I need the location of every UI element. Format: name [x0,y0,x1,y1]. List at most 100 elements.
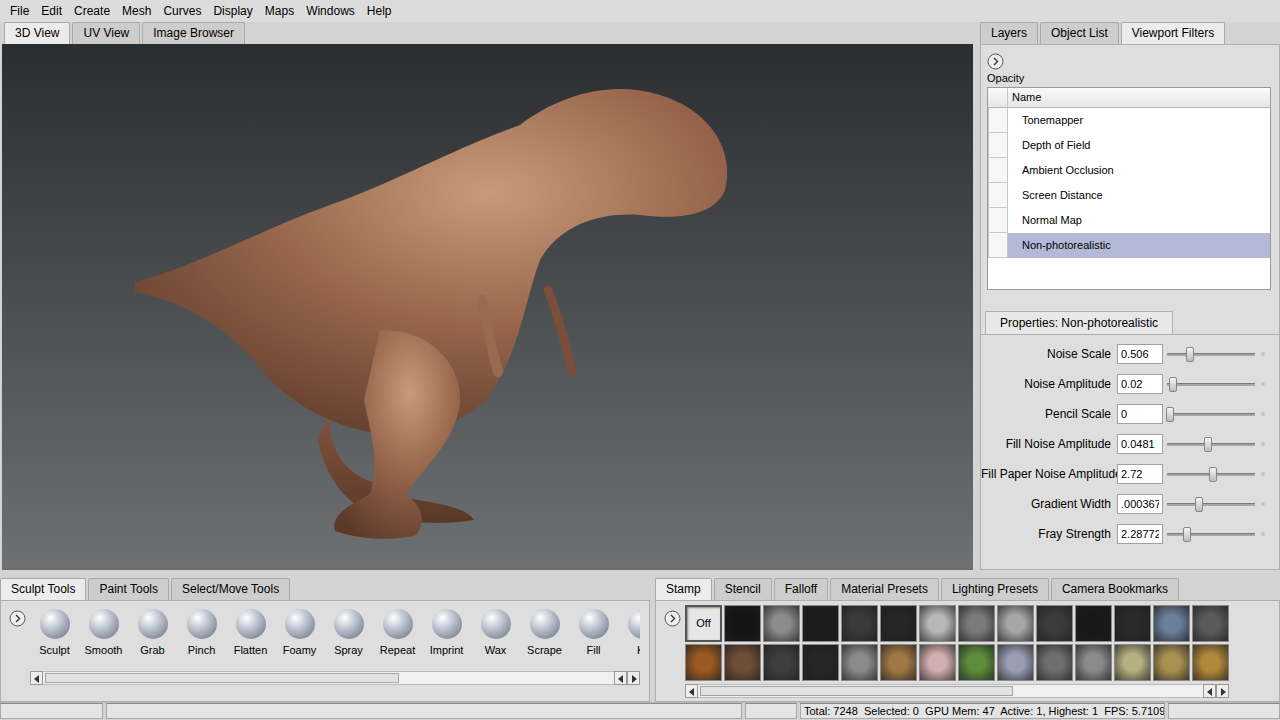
stamp-thumbnail[interactable] [958,644,995,681]
filter-checkbox[interactable] [988,158,1008,183]
tab[interactable]: Falloff [774,578,828,600]
stamp-thumbnail[interactable] [1153,644,1190,681]
stamp-thumbnail[interactable] [880,644,917,681]
tab[interactable]: Paint Tools [88,578,168,600]
column-header[interactable]: Name [1008,88,1041,107]
filter-row[interactable]: Ambient Occlusion [988,158,1270,183]
expand-icon[interactable] [9,610,26,627]
menu-item[interactable]: Windows [300,0,361,22]
stamp-thumbnail[interactable] [1114,644,1151,681]
filter-checkbox[interactable] [988,108,1008,133]
filter-row[interactable]: Screen Distance [988,183,1270,208]
sculpt-tool[interactable]: Smooth [79,601,128,657]
stamp-thumbnail[interactable] [724,605,761,642]
filter-checkbox[interactable] [988,133,1008,158]
slider-thumb[interactable] [1169,377,1177,392]
filter-row[interactable]: Non-photorealistic [988,233,1270,258]
filter-checkbox[interactable] [988,208,1008,233]
stamp-thumbnail[interactable] [802,644,839,681]
filter-row[interactable]: Tonemapper [988,108,1270,133]
menu-item[interactable]: Create [68,0,116,22]
sculpt-tool[interactable]: Grab [128,601,177,657]
tab[interactable]: Sculpt Tools [0,578,86,600]
properties-tab[interactable]: Properties: Non-photorealistic [985,311,1173,334]
splitter[interactable] [981,301,1279,311]
sculpt-tool[interactable]: Foamy [275,601,324,657]
scroll-thumb[interactable] [45,673,399,683]
sculpt-tool[interactable]: Kr [618,601,640,657]
tab[interactable]: Image Browser [142,22,245,44]
tab[interactable]: Lighting Presets [941,578,1049,600]
stamp-thumbnail[interactable] [919,644,956,681]
scroll-track[interactable] [43,671,614,685]
stamp-thumbnail[interactable] [763,605,800,642]
expand-icon[interactable] [987,53,1004,70]
tab[interactable]: Viewport Filters [1121,22,1225,44]
tab[interactable]: Material Presets [830,578,939,600]
tool-scrollbar[interactable] [30,671,640,685]
slider-thumb[interactable] [1195,497,1203,512]
filter-row[interactable]: Normal Map [988,208,1270,233]
sculpt-tool[interactable]: Fill [569,601,618,657]
stamp-scrollbar[interactable] [685,684,1229,698]
scroll-end-icon[interactable] [1216,684,1229,698]
sculpt-tool[interactable]: Pinch [177,601,226,657]
property-slider[interactable] [1167,533,1255,536]
stamp-thumbnail[interactable] [1192,605,1229,642]
sculpt-tool[interactable]: Spray [324,601,373,657]
menu-item[interactable]: Curves [157,0,207,22]
stamp-thumbnail[interactable] [958,605,995,642]
slider-thumb[interactable] [1186,347,1194,362]
sculpt-tool[interactable]: Flatten [226,601,275,657]
menu-item[interactable]: Edit [35,0,68,22]
sculpt-tool[interactable]: Imprint [422,601,471,657]
slider-thumb[interactable] [1183,527,1191,542]
property-field[interactable] [1117,434,1163,455]
scroll-right-icon[interactable] [1203,684,1216,698]
property-field[interactable] [1117,464,1163,485]
stamp-thumbnail[interactable] [880,605,917,642]
tab[interactable]: Stencil [714,578,772,600]
stamp-thumbnail[interactable] [763,644,800,681]
stamp-thumbnail[interactable] [724,644,761,681]
stamp-thumbnail[interactable] [1036,644,1073,681]
property-field[interactable] [1117,494,1163,515]
viewport-3d[interactable] [2,44,973,570]
scroll-left-icon[interactable] [30,671,43,685]
sculpt-tool[interactable]: Wax [471,601,520,657]
scroll-right-icon[interactable] [614,671,627,685]
filter-checkbox[interactable] [988,233,1008,258]
filter-checkbox[interactable] [988,183,1008,208]
tab[interactable]: Object List [1040,22,1119,44]
menu-item[interactable]: Help [361,0,398,22]
stamp-thumbnail[interactable] [1192,644,1229,681]
stamp-thumbnail[interactable] [919,605,956,642]
stamp-thumbnail[interactable] [841,605,878,642]
tab[interactable]: UV View [72,22,140,44]
stamp-thumbnail[interactable] [997,644,1034,681]
menu-item[interactable]: Maps [259,0,300,22]
sculpt-tool[interactable]: Scrape [520,601,569,657]
slider-thumb[interactable] [1204,437,1212,452]
dinosaur-model[interactable] [2,44,973,570]
property-field[interactable] [1117,404,1163,425]
menu-item[interactable]: File [4,0,35,22]
scroll-thumb[interactable] [700,686,1013,696]
property-slider[interactable] [1167,503,1255,506]
menu-item[interactable]: Mesh [116,0,157,22]
property-field[interactable] [1117,524,1163,545]
tab[interactable]: Stamp [655,578,712,600]
stamp-thumbnail[interactable] [685,644,722,681]
stamp-thumbnail[interactable] [841,644,878,681]
stamp-thumbnail[interactable] [997,605,1034,642]
scroll-left-icon[interactable] [685,684,698,698]
stamp-thumbnail[interactable] [1114,605,1151,642]
slider-thumb[interactable] [1209,467,1217,482]
tab[interactable]: Layers [980,22,1038,44]
filter-row[interactable]: Depth of Field [988,133,1270,158]
scroll-end-icon[interactable] [627,671,640,685]
menu-item[interactable]: Display [207,0,258,22]
property-slider[interactable] [1167,413,1255,416]
sculpt-tool[interactable]: Repeat [373,601,422,657]
property-field[interactable] [1117,374,1163,395]
